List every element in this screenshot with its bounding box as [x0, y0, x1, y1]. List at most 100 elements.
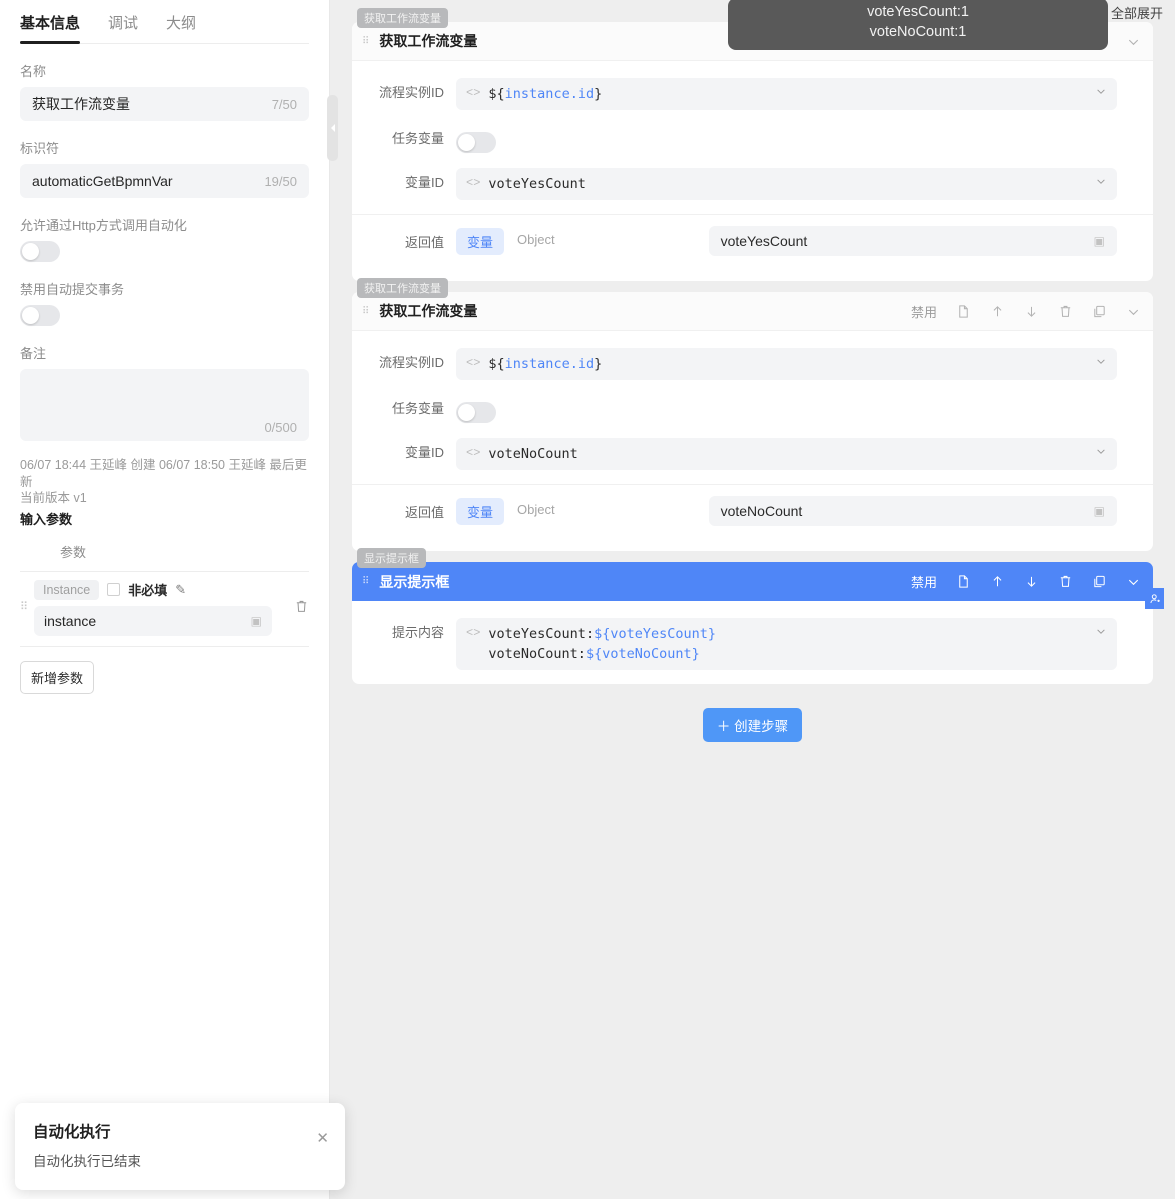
chevron-down-icon[interactable] [1126, 34, 1141, 49]
chevron-down-icon[interactable] [1126, 304, 1141, 319]
tooltip-line-1: voteYesCount:1 [742, 2, 1094, 22]
field-value: ${instance.id} [488, 354, 602, 374]
return-value-label: 返回值 [352, 232, 456, 251]
copy-icon[interactable] [1092, 574, 1107, 589]
tab-debug[interactable]: 调试 [108, 8, 138, 43]
delete-param-icon[interactable] [294, 599, 309, 617]
task-variable-switch[interactable] [456, 132, 496, 153]
return-type-segmented: 变量 Object [456, 498, 566, 525]
expand-all-button[interactable]: 全部展开 [1111, 3, 1163, 22]
step-card-show-dialog[interactable]: ⠿ 显示提示框 禁用 [352, 562, 1153, 684]
segment-object[interactable]: Object [506, 228, 566, 255]
arrow-down-icon[interactable] [1024, 574, 1039, 589]
step-card-3-wrap: 显示提示框 ⠿ 显示提示框 禁用 [352, 562, 1153, 684]
param-value-input[interactable]: instance ▣ [34, 606, 272, 636]
chevron-down-icon[interactable] [1095, 85, 1107, 97]
tab-basic-info[interactable]: 基本信息 [20, 8, 80, 43]
drag-handle-icon[interactable]: ⠿ [362, 579, 370, 584]
field-label: 任务变量 [352, 394, 456, 424]
sidebar-collapse-handle[interactable] [327, 95, 338, 161]
chevron-down-icon[interactable] [1126, 574, 1141, 589]
step-card-1-wrap: 获取工作流变量 ⠿ 获取工作流变量 禁用 [352, 22, 1153, 281]
drag-handle-icon[interactable]: ⠿ [362, 309, 370, 314]
return-value-input[interactable]: voteYesCount ▣ [709, 226, 1117, 256]
param-type-chip[interactable]: Instance [34, 580, 99, 600]
insert-variable-icon[interactable]: ▣ [1094, 234, 1105, 248]
trash-icon[interactable] [1058, 304, 1073, 319]
field-control[interactable]: <> voteYesCount:${voteYesCount} voteNoCo… [456, 618, 1117, 670]
remark-textarea[interactable]: 0/500 [20, 369, 309, 441]
param-optional-checkbox[interactable] [107, 583, 120, 596]
field-control[interactable]: <> ${instance.id} [456, 78, 1117, 110]
drag-handle-icon[interactable]: ⠿ [362, 39, 370, 44]
tooltip-line-2: voteNoCount:1 [742, 22, 1094, 42]
card-header-actions: 禁用 [911, 302, 1141, 321]
name-counter: 7/50 [272, 97, 297, 112]
field-row-process-instance-id: 流程实例ID <> ${instance.id} [352, 348, 1153, 380]
tab-outline[interactable]: 大纲 [166, 8, 196, 43]
sidebar-panel: 基本信息 调试 大纲 名称 获取工作流变量 7/50 标识符 automatic… [0, 0, 330, 1199]
segment-variable[interactable]: 变量 [456, 228, 504, 255]
step-card-get-workflow-var-1[interactable]: ⠿ 获取工作流变量 禁用 [352, 22, 1153, 281]
notification-title: 自动化执行 [33, 1120, 327, 1142]
identifier-counter: 19/50 [264, 174, 297, 189]
field-control[interactable]: <> voteNoCount [456, 438, 1117, 470]
arrow-up-icon[interactable] [990, 574, 1005, 589]
name-value: 获取工作流变量 [32, 94, 130, 114]
chevron-right-icon [331, 124, 335, 132]
arrow-up-icon[interactable] [990, 304, 1005, 319]
field-label: 流程实例ID [352, 348, 456, 378]
field-label: 任务变量 [352, 124, 456, 154]
remark-label: 备注 [20, 343, 309, 362]
input-params-title: 输入参数 [20, 509, 309, 528]
trash-icon[interactable] [1058, 574, 1073, 589]
return-value-row: 返回值 变量 Object voteYesCount ▣ [352, 214, 1153, 267]
segment-variable[interactable]: 变量 [456, 498, 504, 525]
meta-version: 当前版本 v1 [20, 490, 309, 507]
param-content: Instance 非必填 ✎ instance ▣ [34, 580, 284, 636]
segment-object[interactable]: Object [506, 498, 566, 525]
step-badge: 获取工作流变量 [357, 8, 448, 28]
chevron-down-icon[interactable] [1095, 445, 1107, 457]
disable-autocommit-switch[interactable] [20, 305, 60, 326]
chevron-down-icon[interactable] [1095, 625, 1107, 637]
edit-pencil-icon[interactable]: ✎ [175, 582, 186, 598]
code-icon: <> [466, 444, 480, 462]
identifier-input[interactable]: automaticGetBpmnVar 19/50 [20, 164, 309, 198]
param-value: instance [44, 613, 96, 629]
add-param-button[interactable]: 新增参数 [20, 661, 94, 694]
insert-variable-icon[interactable]: ▣ [1094, 504, 1105, 518]
disable-autocommit-label: 禁用自动提交事务 [20, 279, 309, 298]
field-control[interactable]: <> ${instance.id} [456, 348, 1117, 380]
create-step-wrap: ＋ 创建步骤 [352, 708, 1153, 742]
arrow-down-icon[interactable] [1024, 304, 1039, 319]
field-row-task-variable: 任务变量 [352, 124, 1153, 154]
step-card-2-wrap: 获取工作流变量 ⠿ 获取工作流变量 禁用 [352, 292, 1153, 551]
field-value: voteYesCount [488, 174, 586, 194]
name-input[interactable]: 获取工作流变量 7/50 [20, 87, 309, 121]
app-root: 基本信息 调试 大纲 名称 获取工作流变量 7/50 标识符 automatic… [0, 0, 1175, 1199]
http-toggle-switch[interactable] [20, 241, 60, 262]
param-column-header: 参数 [20, 528, 309, 572]
create-step-button[interactable]: ＋ 创建步骤 [703, 708, 802, 742]
close-icon[interactable]: ✕ [316, 1131, 329, 1146]
return-value-row: 返回值 变量 Object voteNoCount ▣ [352, 484, 1153, 537]
copy-icon[interactable] [1092, 304, 1107, 319]
code-icon: <> [466, 84, 480, 102]
drag-handle-icon[interactable]: ⠿ [20, 605, 34, 610]
insert-variable-icon[interactable]: ▣ [251, 614, 262, 628]
chevron-down-icon[interactable] [1095, 175, 1107, 187]
return-value-input[interactable]: voteNoCount ▣ [709, 496, 1117, 526]
execution-result-tooltip: voteYesCount:1 voteNoCount:1 [728, 0, 1108, 50]
document-icon[interactable] [956, 304, 971, 319]
field-control[interactable]: <> voteYesCount [456, 168, 1117, 200]
card-header: ⠿ 显示提示框 禁用 [352, 562, 1153, 601]
disable-button[interactable]: 禁用 [911, 302, 937, 321]
field-row-process-instance-id: 流程实例ID <> ${instance.id} [352, 78, 1153, 110]
chevron-down-icon[interactable] [1095, 355, 1107, 367]
task-variable-switch[interactable] [456, 402, 496, 423]
user-icon-badge[interactable] [1145, 588, 1164, 609]
step-card-get-workflow-var-2[interactable]: ⠿ 获取工作流变量 禁用 [352, 292, 1153, 551]
disable-button[interactable]: 禁用 [911, 572, 937, 591]
document-icon[interactable] [956, 574, 971, 589]
